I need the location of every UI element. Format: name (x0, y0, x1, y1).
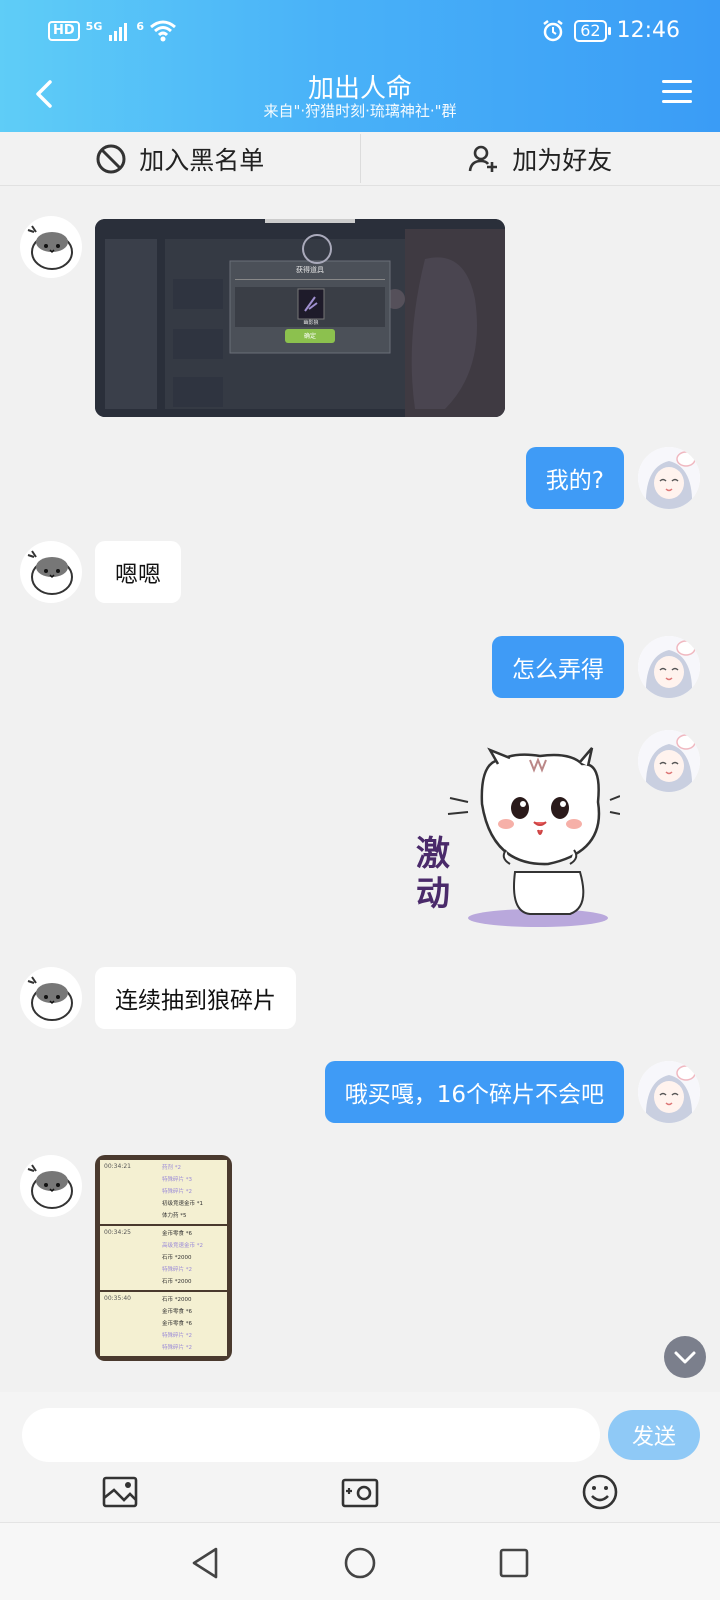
record-line: 特殊碎片 *2 (162, 1189, 192, 1195)
anime-girl-avatar-icon (638, 447, 700, 509)
record-line: 体力药 *5 (162, 1213, 187, 1219)
confirm-label: 确定 (303, 333, 316, 340)
record-time: 00:34:25 (104, 1229, 131, 1236)
camera-icon[interactable] (340, 1472, 380, 1512)
record-line: 金币零食 *6 (162, 1309, 192, 1315)
record-entry: 00:34:25 金币零食 *6 高级竞速金币 *2 石币 *2000 特殊碎片… (100, 1226, 227, 1290)
action-bar: 加入黑名单 加为好友 (0, 132, 720, 186)
send-button[interactable]: 发送 (608, 1410, 700, 1460)
record-entry: 00:35:40 石币 *2000 金币零食 *6 金币零食 *6 特殊碎片 *… (100, 1292, 227, 1356)
record-time: 00:35:40 (104, 1295, 131, 1302)
dialog-title: 获得道具 (296, 266, 324, 274)
my-avatar[interactable] (638, 636, 700, 698)
record-line: 石币 *2000 (162, 1279, 192, 1285)
record-line: 特殊碎片 *3 (162, 1177, 192, 1183)
message-input[interactable] (22, 1408, 600, 1462)
bird-avatar-icon (27, 1164, 73, 1209)
record-line: 初级竞速金币 *1 (162, 1201, 203, 1207)
message-bubble-incoming[interactable]: 嗯嗯 (95, 541, 181, 603)
blacklist-button[interactable]: 加入黑名单 (0, 132, 360, 185)
app-header: HD 5G 6 62 12:46 加出人命 来自"·狩猎时刻·琉璃神社·"群 (0, 0, 720, 132)
network-6: 6 (136, 19, 145, 33)
record-line: 金币零食 *6 (162, 1231, 192, 1237)
nav-back-icon[interactable] (186, 1543, 226, 1583)
wifi-icon (150, 20, 176, 42)
my-avatar[interactable] (638, 447, 700, 509)
record-line: 高级竞速金币 *2 (162, 1243, 203, 1249)
input-bar: 发送 (0, 1392, 720, 1522)
add-friend-button[interactable]: 加为好友 (361, 132, 720, 185)
nav-recents-icon[interactable] (494, 1543, 534, 1583)
avatar[interactable] (20, 1155, 82, 1217)
avatar[interactable] (20, 216, 82, 278)
add-friend-label: 加为好友 (512, 145, 613, 175)
bird-avatar-icon (27, 976, 73, 1021)
record-line: 特殊碎片 *2 (162, 1345, 192, 1351)
image-icon[interactable] (100, 1472, 140, 1512)
message-bubble-outgoing[interactable]: 哦买嘎，16个碎片不会吧 (324, 1061, 624, 1123)
avatar[interactable] (20, 967, 82, 1029)
bird-avatar-icon (27, 550, 73, 595)
nav-home-icon[interactable] (340, 1543, 380, 1583)
network-5g: 5G (85, 19, 103, 33)
chevron-down-icon (674, 1351, 696, 1364)
sticker-text: 激动 (416, 834, 450, 914)
block-icon (96, 144, 126, 173)
record-entry: 00:34:21 药剂 *2 特殊碎片 *3 特殊碎片 *2 初级竞速金币 *1… (100, 1160, 227, 1224)
alarm-icon (543, 19, 563, 41)
record-line: 金币零食 *6 (162, 1321, 192, 1327)
clock: 12:46 (616, 18, 680, 43)
game-screenshot (95, 219, 505, 417)
scroll-to-bottom-button[interactable] (664, 1336, 706, 1378)
record-line: 特殊碎片 *2 (162, 1333, 192, 1339)
anime-girl-avatar-icon (638, 1061, 700, 1123)
add-user-icon (468, 145, 498, 172)
menu-icon[interactable] (662, 80, 692, 106)
message-bubble-outgoing[interactable]: 怎么弄得 (492, 636, 624, 698)
system-nav-bar (0, 1522, 720, 1600)
record-line: 石币 *2000 (162, 1297, 192, 1303)
anime-girl-avatar-icon (638, 730, 700, 792)
blacklist-label: 加入黑名单 (139, 145, 265, 175)
item-name: 幽影狼 (303, 320, 319, 326)
record-line: 石币 *2000 (162, 1255, 192, 1261)
record-line: 特殊碎片 *2 (162, 1267, 192, 1273)
my-avatar[interactable] (638, 730, 700, 792)
message-bubble-incoming[interactable]: 连续抽到狼碎片 (95, 967, 296, 1029)
sticker-message[interactable]: 激动 (416, 742, 621, 932)
hd-indicator: HD (48, 21, 80, 41)
signal-icon (109, 23, 128, 41)
image-message[interactable]: 获得道具 幽影狼 确定 (95, 219, 505, 417)
avatar[interactable] (20, 541, 82, 603)
record-line: 药剂 *2 (162, 1165, 181, 1171)
my-avatar[interactable] (638, 1061, 700, 1123)
battery-indicator: 62 (574, 19, 612, 42)
message-bubble-outgoing[interactable]: 我的? (525, 447, 624, 509)
bird-avatar-icon (27, 225, 73, 270)
emoji-icon[interactable] (580, 1472, 620, 1512)
anime-girl-avatar-icon (638, 636, 700, 698)
record-time: 00:34:21 (104, 1163, 131, 1170)
image-message[interactable]: 00:34:21 药剂 *2 特殊碎片 *3 特殊碎片 *2 初级竞速金币 *1… (95, 1155, 232, 1361)
page-subtitle: 来自"·狩猎时刻·琉璃神社·"群 (263, 102, 457, 120)
status-bar: HD 5G 6 62 12:46 (0, 0, 720, 70)
